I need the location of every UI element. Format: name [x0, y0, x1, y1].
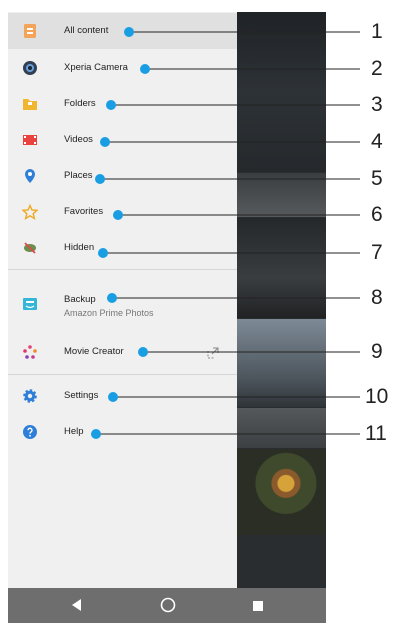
open-external-icon[interactable]	[207, 346, 219, 359]
movie-creator-icon	[22, 344, 38, 360]
photo-grid	[237, 12, 326, 588]
hidden-icon	[22, 240, 38, 256]
menu-item-label: Folders	[64, 98, 96, 109]
menu-item-label: All content	[64, 25, 109, 36]
menu-item-label: Backup	[64, 294, 96, 305]
gear-icon	[22, 388, 38, 404]
menu-item-folders[interactable]: Folders	[8, 86, 237, 122]
callout-number: 2	[371, 57, 383, 80]
menu-item-label: Videos	[64, 134, 93, 145]
photo-thumbnail[interactable]	[237, 536, 326, 588]
photo-thumbnail[interactable]	[237, 449, 326, 535]
menu-item-places[interactable]: Places	[8, 158, 237, 194]
photo-thumbnail[interactable]	[237, 218, 326, 318]
menu-item-sublabel: Amazon Prime Photos	[64, 308, 154, 318]
folder-icon	[22, 96, 38, 112]
menu-item-label: Hidden	[64, 242, 95, 253]
menu-item-backup[interactable]: Backup Amazon Prime Photos	[8, 282, 237, 324]
photo-thumbnail[interactable]	[237, 173, 326, 217]
star-icon	[21, 203, 39, 220]
callout-number: 3	[371, 93, 383, 116]
back-icon[interactable]	[70, 598, 84, 612]
callout-number: 7	[371, 241, 383, 264]
menu-item-favorites[interactable]: Favorites	[8, 194, 237, 230]
callout-number: 1	[371, 20, 383, 43]
location-pin-icon	[22, 168, 38, 184]
menu-item-videos[interactable]: Videos	[8, 122, 237, 158]
menu-item-label: Favorites	[64, 206, 104, 217]
callout-number: 10	[365, 385, 389, 408]
home-icon[interactable]	[160, 597, 176, 613]
system-navbar	[8, 588, 326, 623]
callout-number: 4	[371, 130, 383, 153]
menu-item-label: Help	[64, 426, 84, 437]
callout-number: 8	[371, 286, 383, 309]
navigation-drawer: All content Xperia Camera Folders Videos	[8, 12, 237, 588]
callout-number: 5	[371, 167, 383, 190]
recents-icon[interactable]	[252, 599, 264, 611]
callout-number: 9	[371, 340, 383, 363]
video-icon	[22, 132, 38, 148]
camera-icon	[22, 60, 38, 76]
menu-item-movie-creator[interactable]: Movie Creator	[8, 334, 237, 370]
callout-number: 11	[365, 422, 387, 445]
photo-thumbnail[interactable]	[237, 12, 326, 172]
menu-item-hidden[interactable]: Hidden	[8, 230, 237, 266]
menu-item-all-content[interactable]: All content	[8, 13, 237, 49]
photo-thumbnail[interactable]	[237, 408, 326, 448]
menu-item-label: Places	[64, 170, 93, 181]
all-content-icon	[22, 23, 38, 39]
menu-item-settings[interactable]: Settings	[8, 378, 237, 414]
phone-screen: All content Xperia Camera Folders Videos	[8, 12, 326, 623]
divider	[8, 269, 237, 270]
divider	[8, 374, 237, 375]
menu-item-xperia-camera[interactable]: Xperia Camera	[8, 50, 237, 86]
menu-item-help[interactable]: Help	[8, 414, 237, 450]
amazon-photos-icon	[22, 296, 38, 312]
menu-item-label: Movie Creator	[64, 346, 124, 357]
callout-number: 6	[371, 203, 383, 226]
menu-item-label: Xperia Camera	[64, 62, 128, 73]
photo-thumbnail[interactable]	[237, 319, 326, 407]
help-icon	[22, 424, 38, 440]
menu-item-label: Settings	[64, 390, 99, 401]
